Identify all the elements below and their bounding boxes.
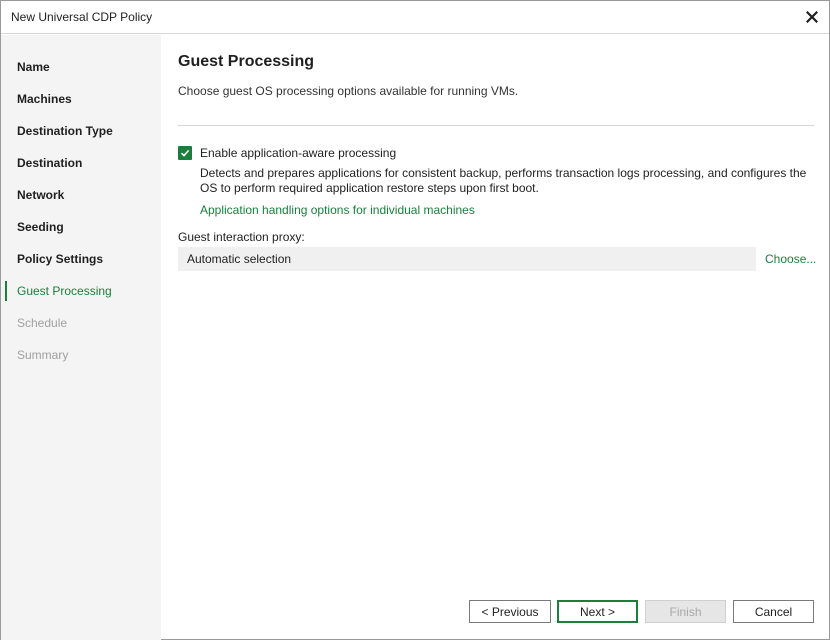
sidebar-item-destination-type[interactable]: Destination Type (1, 119, 161, 143)
sidebar-item-destination[interactable]: Destination (1, 151, 161, 175)
page-title: Guest Processing (178, 53, 315, 70)
cancel-button[interactable]: Cancel (733, 600, 814, 623)
sidebar-item-schedule: Schedule (17, 316, 68, 330)
choose-proxy-link[interactable]: Choose... (765, 252, 816, 266)
app-aware-checkbox-label[interactable]: Enable application-aware processing (200, 146, 396, 160)
sidebar-item-guest-processing[interactable]: Guest Processing (1, 279, 161, 303)
header-divider (178, 125, 814, 126)
sidebar-item-name[interactable]: Name (1, 55, 161, 79)
previous-button[interactable]: < Previous (469, 600, 551, 623)
guest-proxy-field: Automatic selection (178, 247, 756, 271)
close-button[interactable] (801, 6, 823, 28)
sidebar-item-machines[interactable]: Machines (1, 87, 161, 111)
application-handling-options-link[interactable]: Application handling options for individ… (200, 203, 475, 217)
next-button[interactable]: Next > (557, 600, 638, 623)
checkmark-icon (180, 149, 190, 157)
guest-proxy-label: Guest interaction proxy: (178, 230, 305, 244)
sidebar-item-policy-settings[interactable]: Policy Settings (1, 247, 161, 271)
sidebar-item-summary: Summary (17, 348, 69, 362)
app-aware-description: Detects and prepares applications for co… (200, 166, 807, 195)
finish-button: Finish (645, 600, 726, 623)
wizard-steps-sidebar: Name Machines Destination Type Destinati… (1, 35, 161, 640)
wizard-window: New Universal CDP Policy Name Machines D… (0, 0, 830, 640)
sidebar-item-network[interactable]: Network (1, 183, 161, 207)
sidebar-item-seeding[interactable]: Seeding (1, 215, 161, 239)
title-bar: New Universal CDP Policy (1, 1, 829, 34)
page-subtitle: Choose guest OS processing options avail… (178, 84, 519, 98)
app-aware-checkbox[interactable] (178, 146, 192, 160)
close-icon (806, 11, 818, 23)
main-content: Guest Processing Choose guest OS process… (162, 35, 829, 640)
window-title: New Universal CDP Policy (11, 10, 153, 24)
